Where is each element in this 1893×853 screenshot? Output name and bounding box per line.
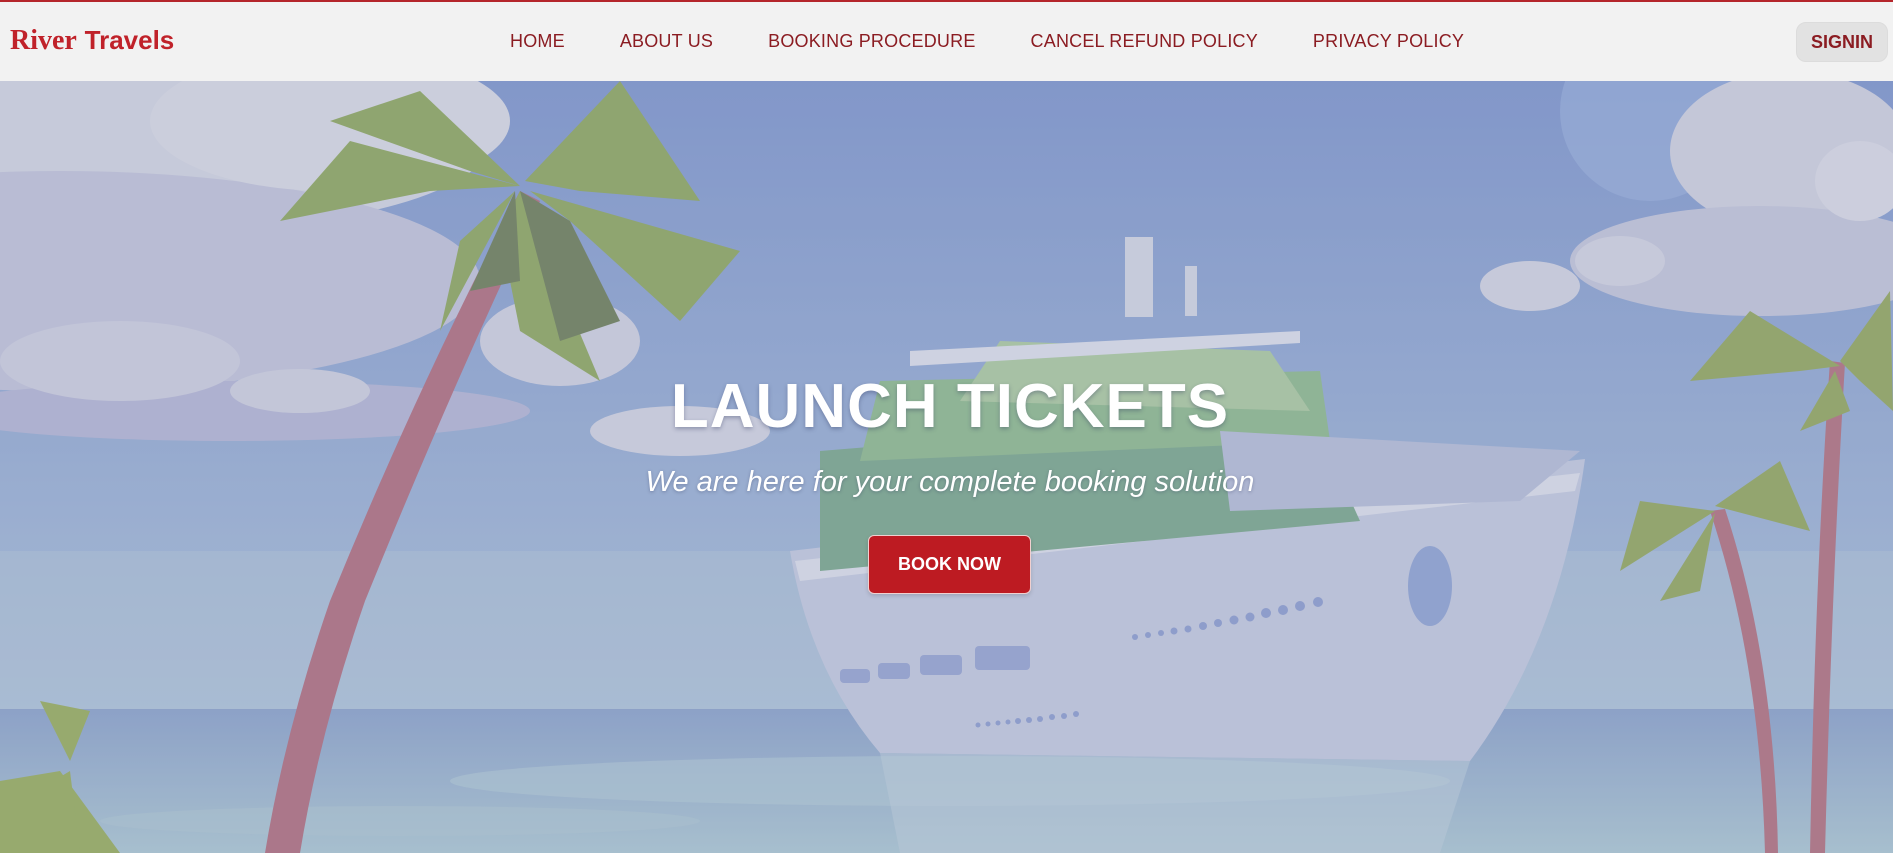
nav-privacy-policy[interactable]: PRIVACY POLICY [1313, 31, 1464, 52]
book-now-button[interactable]: BOOK NOW [868, 535, 1031, 594]
hero-subtitle: We are here for your complete booking so… [645, 466, 1255, 498]
brand-word-travels: Travels [84, 25, 175, 55]
nav-home[interactable]: HOME [510, 31, 565, 52]
brand-word-river: River [10, 25, 77, 56]
navbar: River Travels HOME ABOUT US BOOKING PROC… [0, 2, 1893, 81]
hero-title: LAUNCH TICKETS [670, 372, 1230, 441]
signin-button[interactable]: SIGNIN [1796, 22, 1888, 62]
nav-booking-procedure[interactable]: BOOKING PROCEDURE [768, 31, 975, 52]
main-nav: HOME ABOUT US BOOKING PROCEDURE CANCEL R… [510, 31, 1519, 52]
hero-banner: LAUNCH TICKETS We are here for your comp… [0, 81, 1893, 853]
brand-logo[interactable]: River Travels [10, 24, 174, 57]
nav-cancel-refund-policy[interactable]: CANCEL REFUND POLICY [1031, 31, 1258, 52]
nav-about-us[interactable]: ABOUT US [620, 31, 713, 52]
